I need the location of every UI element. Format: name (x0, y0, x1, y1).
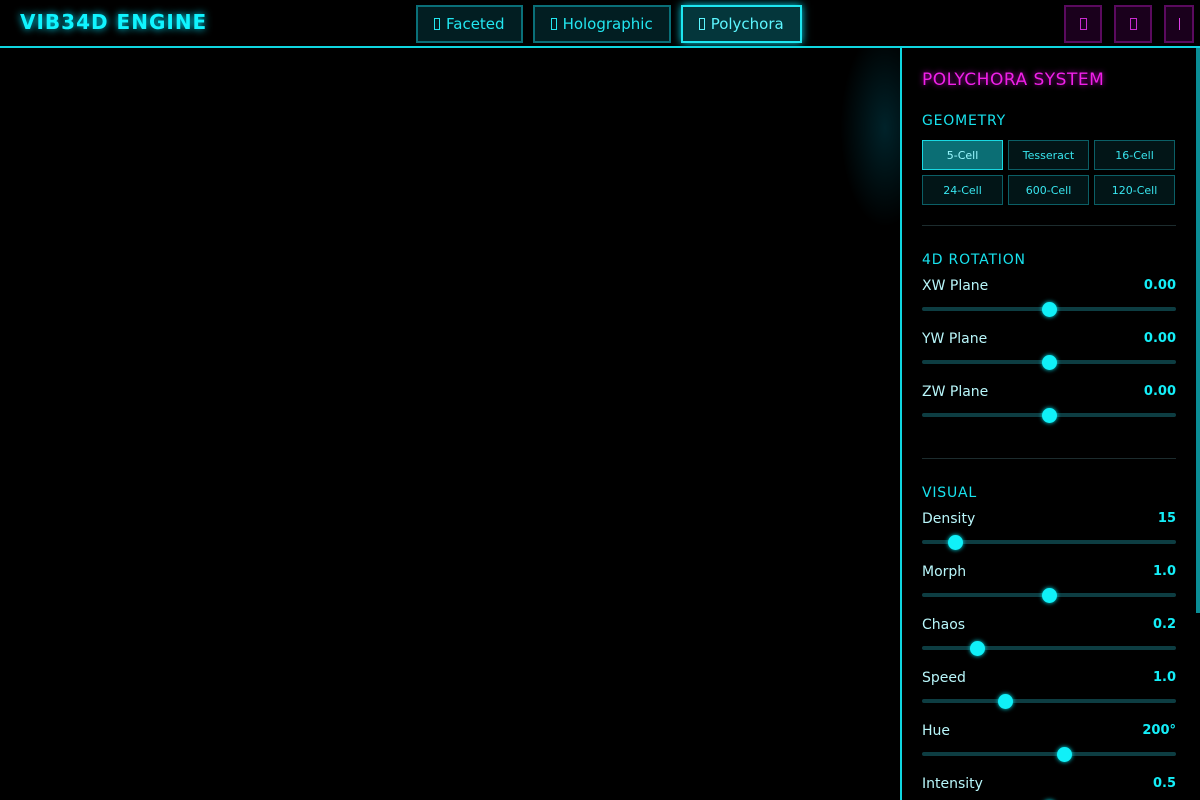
panel-title: POLYCHORA SYSTEM (922, 70, 1105, 90)
tab-label: Holographic (562, 15, 653, 33)
mode-tabs: Faceted Holographic Polychora (416, 5, 802, 43)
slider-label: Chaos (922, 617, 966, 633)
geometry-button-tesseract[interactable]: Tesseract (1008, 140, 1089, 170)
slider-intensity[interactable]: Intensity 0.5 (922, 776, 1176, 800)
geometry-grid: 5-Cell Tesseract 16-Cell 24-Cell 600-Cel… (922, 140, 1176, 205)
holographic-icon (550, 18, 557, 30)
action-button-2[interactable] (1114, 5, 1152, 43)
menu-bar-icon (1178, 18, 1180, 30)
panel-scrollbar[interactable] (1196, 48, 1200, 613)
slider-hue[interactable]: Hue 200° (922, 723, 1176, 769)
slider-track[interactable] (922, 699, 1176, 703)
tab-label: Polychora (710, 15, 784, 33)
tab-polychora[interactable]: Polychora (680, 5, 802, 43)
tab-faceted[interactable]: Faceted (416, 5, 523, 43)
slider-value: 0.2 (1152, 617, 1176, 632)
render-canvas[interactable] (0, 48, 900, 800)
faceted-icon (434, 18, 440, 30)
action-button-1[interactable] (1064, 5, 1102, 43)
slider-thumb[interactable] (1056, 747, 1072, 762)
action-button-3[interactable] (1164, 5, 1194, 43)
slider-thumb[interactable] (1041, 588, 1057, 603)
slider-label: YW Plane (922, 331, 988, 347)
action-icon-1 (1079, 18, 1087, 30)
slider-thumb[interactable] (970, 641, 986, 656)
action-icon-2 (1129, 18, 1137, 30)
tab-label: Faceted (446, 15, 505, 33)
section-title-geometry: GEOMETRY (922, 113, 1006, 129)
slider-track[interactable] (922, 646, 1176, 650)
slider-value: 0.00 (1143, 278, 1176, 293)
slider-value: 200° (1142, 723, 1176, 738)
control-panel: POLYCHORA SYSTEM GEOMETRY 5-Cell Tessera… (900, 48, 1200, 800)
geometry-button-24-cell[interactable]: 24-Cell (922, 175, 1003, 205)
geometry-button-600-cell[interactable]: 600-Cell (1008, 175, 1089, 205)
slider-label: Speed (922, 670, 966, 686)
section-divider (922, 225, 1176, 226)
slider-morph[interactable]: Morph 1.0 (922, 564, 1176, 610)
slider-density[interactable]: Density 15 (922, 511, 1176, 557)
section-title-rotation: 4D ROTATION (922, 252, 1026, 268)
section-title-visual: VISUAL (922, 485, 978, 501)
slider-yw-plane[interactable]: YW Plane 0.00 (922, 331, 1176, 377)
slider-thumb[interactable] (998, 694, 1014, 709)
slider-value: 15 (1157, 511, 1176, 526)
section-divider (922, 458, 1176, 459)
app-logo: VIB34D ENGINE (20, 10, 208, 34)
slider-label: XW Plane (922, 278, 989, 294)
slider-track[interactable] (922, 752, 1176, 756)
slider-thumb[interactable] (947, 535, 963, 550)
geometry-button-5-cell[interactable]: 5-Cell (922, 140, 1003, 170)
slider-label: Intensity (922, 776, 983, 792)
slider-thumb[interactable] (1041, 302, 1057, 317)
slider-chaos[interactable]: Chaos 0.2 (922, 617, 1176, 663)
slider-zw-plane[interactable]: ZW Plane 0.00 (922, 384, 1176, 430)
top-actions (1064, 5, 1194, 43)
slider-value: 0.00 (1143, 331, 1176, 346)
slider-label: Morph (922, 564, 967, 580)
slider-label: Density (922, 511, 976, 527)
slider-label: ZW Plane (922, 384, 989, 400)
slider-xw-plane[interactable]: XW Plane 0.00 (922, 278, 1176, 324)
top-bar: VIB34D ENGINE Faceted Holographic Polych… (0, 0, 1200, 48)
slider-label: Hue (922, 723, 951, 739)
slider-value: 0.00 (1143, 384, 1176, 399)
geometry-button-16-cell[interactable]: 16-Cell (1094, 140, 1175, 170)
tab-holographic[interactable]: Holographic (532, 5, 671, 43)
slider-speed[interactable]: Speed 1.0 (922, 670, 1176, 716)
slider-value: 0.5 (1152, 776, 1176, 791)
slider-value: 1.0 (1152, 564, 1176, 579)
slider-thumb[interactable] (1041, 408, 1057, 423)
slider-value: 1.0 (1152, 670, 1176, 685)
polychora-icon (698, 18, 705, 30)
geometry-button-120-cell[interactable]: 120-Cell (1094, 175, 1175, 205)
slider-thumb[interactable] (1041, 355, 1057, 370)
